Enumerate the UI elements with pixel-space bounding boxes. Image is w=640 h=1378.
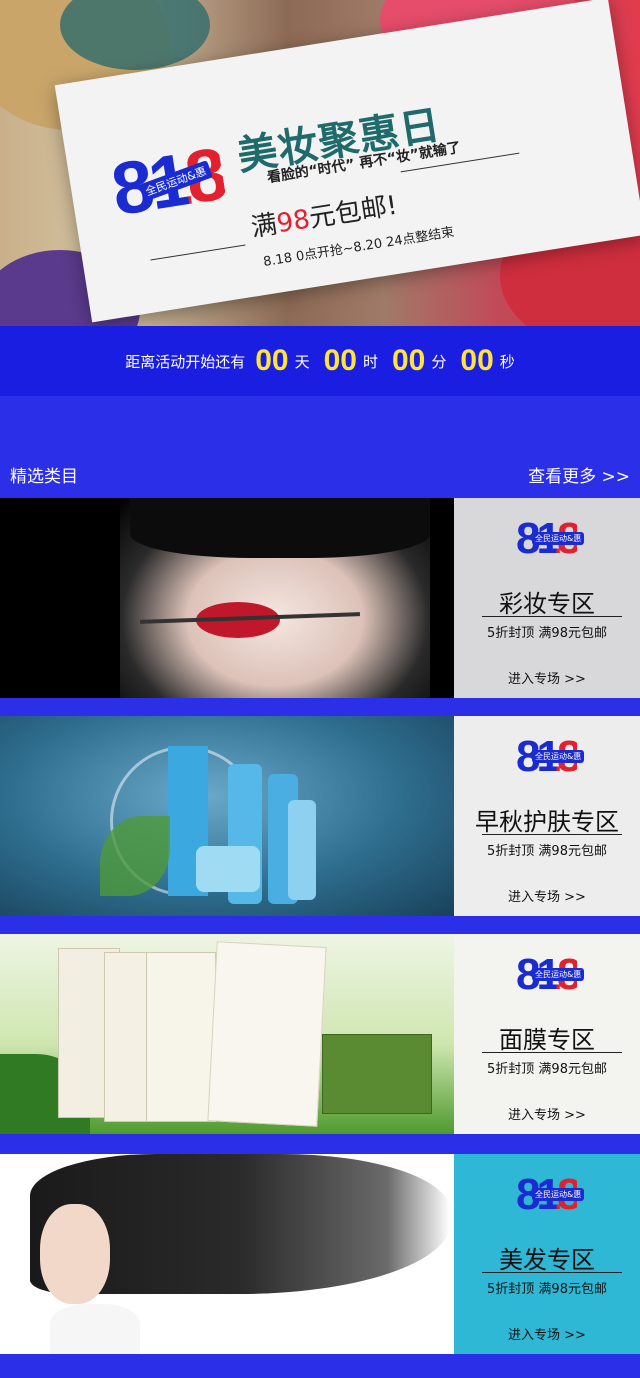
category-panel-hair: 818 全民运动&惠 美发专区 5折封顶 满98元包邮 进入专场 >> [454,1154,640,1354]
category-desc: 5折封顶 满98元包邮 [487,844,607,859]
hero-divider-left [150,244,246,261]
countdown-seconds: 00 [460,344,494,377]
category-title: 彩妆专区 [499,590,595,618]
enter-category-link[interactable]: 进入专场 >> [454,1324,640,1343]
category-title: 面膜专区 [499,1026,595,1054]
section-title: 精选类目 [10,467,78,487]
countdown-seconds-unit: 秒 [499,352,515,371]
mask-sheet-shape [207,941,327,1127]
hero-promo-amount: 98 [274,204,313,240]
category-banner-hair[interactable]: 818 全民运动&惠 美发专区 5折封顶 满98元包邮 进入专场 >> [0,1154,640,1354]
enter-category-link[interactable]: 进入专场 >> [454,668,640,687]
view-more-link[interactable]: 查看更多 >> [528,462,630,487]
category-banner-masks[interactable]: 818 全民运动&惠 面膜专区 5折封顶 满98元包邮 进入专场 >> [0,934,640,1134]
category-panel-makeup: 818 全民运动&惠 彩妆专区 5折封顶 满98元包邮 进入专场 >> [454,498,640,698]
long-hair-model-image [0,1154,454,1354]
hero-banner[interactable]: 818 全民运动&惠 美妆聚惠日 看脸的“时代” 再不“妆”就输了 满98元包邮… [0,0,640,326]
panel-818-logo: 818 全民运动&惠 [516,734,586,780]
panel-818-logo: 818 全民运动&惠 [516,1172,586,1218]
face-mask-boxes-image [0,934,454,1134]
countdown-hours: 00 [323,344,357,377]
mask-box-shape [146,952,216,1122]
logo-badge: 全民运动&惠 [532,532,585,545]
category-title: 早秋护肤专区 [475,808,619,836]
category-panel-masks: 818 全民运动&惠 面膜专区 5折封顶 满98元包邮 进入专场 >> [454,934,640,1134]
category-banner-makeup[interactable]: 818 全民运动&惠 彩妆专区 5折封顶 满98元包邮 进入专场 >> [0,498,640,698]
countdown-days-unit: 天 [294,352,310,371]
category-divider [482,616,622,617]
category-banner-skincare[interactable]: 818 全民运动&惠 早秋护肤专区 5折封顶 满98元包邮 进入专场 >> [0,716,640,916]
category-desc: 5折封顶 满98元包邮 [487,626,607,641]
panel-818-logo: 818 全民运动&惠 [516,516,586,562]
hero-promo-suffix: 元包邮! [307,190,400,235]
enter-category-link[interactable]: 进入专场 >> [454,886,640,905]
countdown-hours-unit: 时 [362,352,378,371]
category-divider [482,1272,622,1273]
countdown-minutes-unit: 分 [431,352,447,371]
logo-badge: 全民运动&惠 [532,968,585,981]
section-header: 精选类目 查看更多 >> [0,456,640,490]
green-box-shape [322,1034,432,1114]
countdown-days: 00 [255,344,289,377]
category-desc: 5折封顶 满98元包邮 [487,1062,607,1077]
dropper-bottle-shape [288,800,316,900]
category-desc: 5折封顶 满98元包邮 [487,1282,607,1297]
countdown-prefix: 距离活动开始还有 [125,352,246,371]
countdown-minutes: 00 [392,344,426,377]
collar-shape [50,1304,140,1354]
logo-badge: 全民运动&惠 [532,1188,585,1201]
category-panel-skincare: 818 全民运动&惠 早秋护肤专区 5折封顶 满98元包邮 进入专场 >> [454,716,640,916]
countdown-bar: 距离活动开始还有 00 天 00 时 00 分 00 秒 [0,326,640,396]
lipstick-model-image [0,498,454,698]
panel-818-logo: 818 全民运动&惠 [516,952,586,998]
skincare-bottles-image [0,716,454,916]
category-divider [482,834,622,835]
category-title: 美发专区 [499,1246,595,1274]
logo-badge: 全民运动&惠 [532,750,585,763]
face-shape [40,1204,110,1304]
cream-jar-shape [196,846,260,892]
enter-category-link[interactable]: 进入专场 >> [454,1104,640,1123]
category-divider [482,1052,622,1053]
